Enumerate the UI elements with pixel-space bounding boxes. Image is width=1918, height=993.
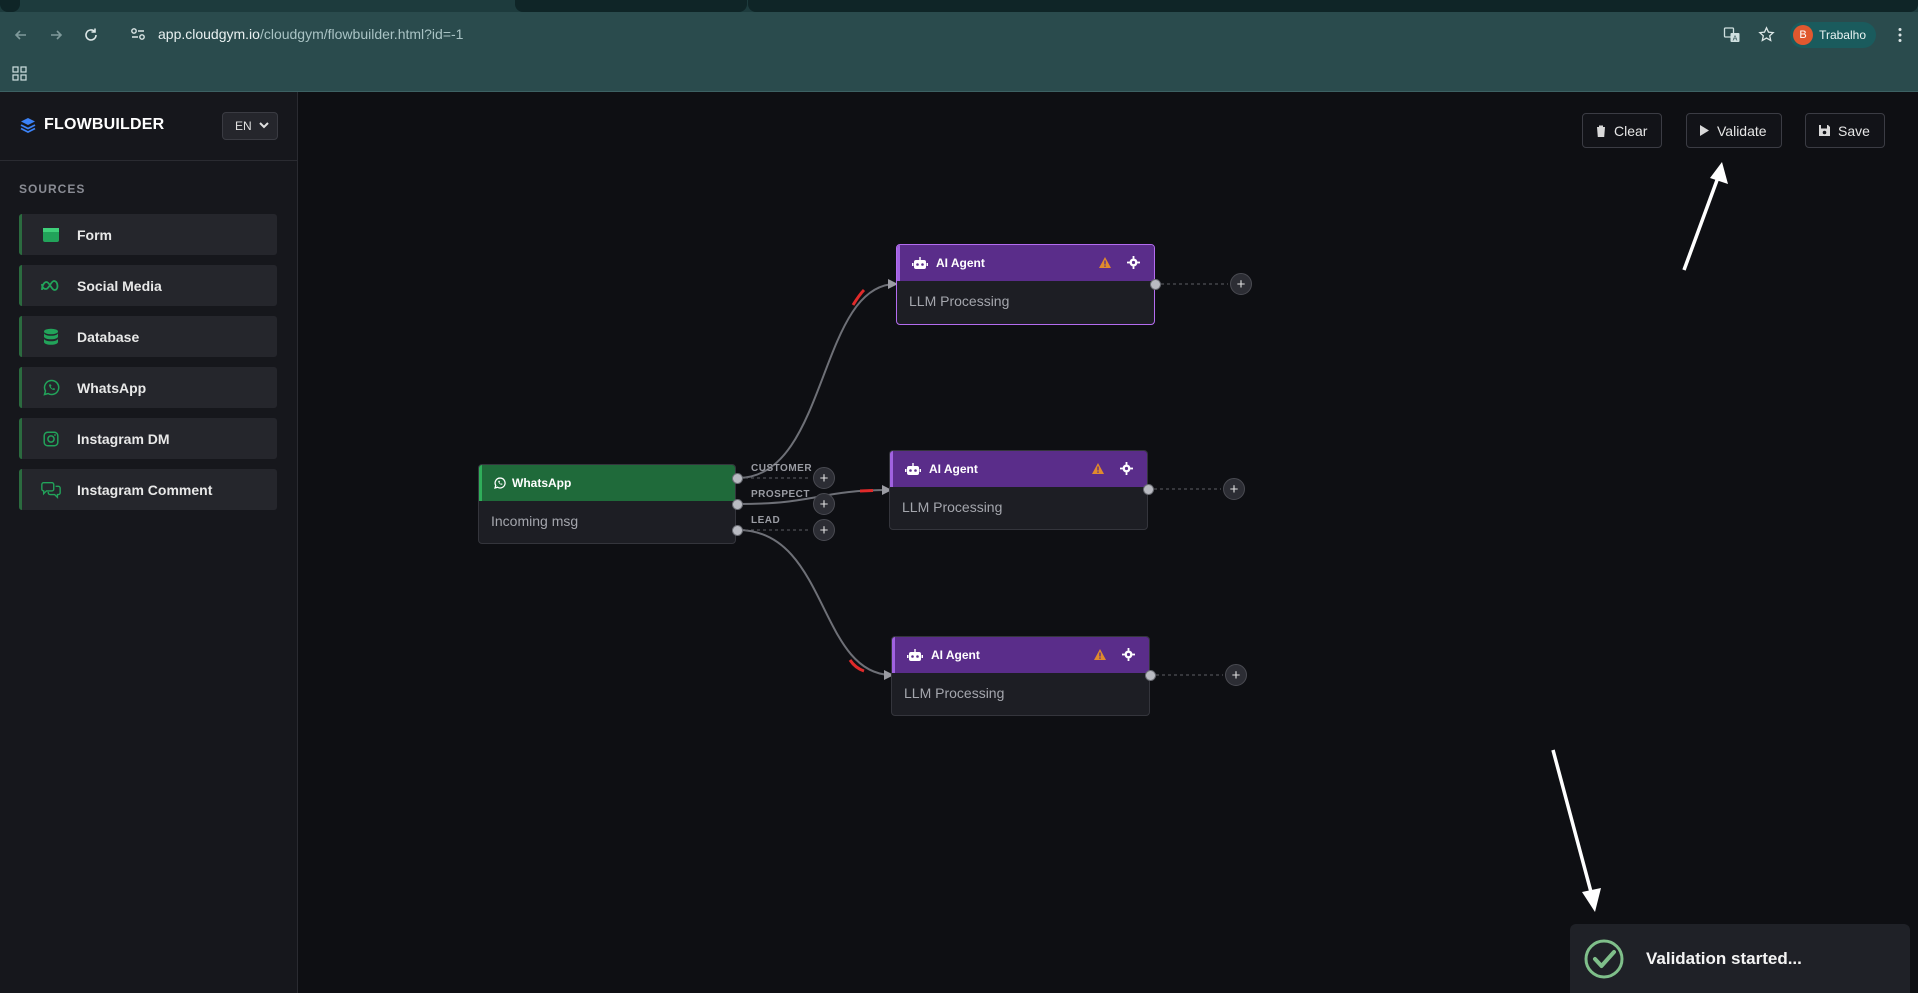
node-ai-agent[interactable]: AI Agent LLM Processing <box>889 450 1148 530</box>
edge-lead[interactable] <box>737 529 894 680</box>
check-circle-icon <box>1584 939 1624 978</box>
output-port-lead[interactable] <box>732 525 743 536</box>
source-item-label: Database <box>77 328 140 345</box>
edge-customer[interactable] <box>737 279 898 479</box>
instagram-icon <box>40 428 62 450</box>
source-item-label: Instagram DM <box>77 430 170 447</box>
node-ai-agent[interactable]: AI Agent LLM Processing <box>891 636 1150 716</box>
browser-tab[interactable] <box>748 0 1918 12</box>
node-header[interactable]: AI Agent <box>892 637 1149 673</box>
source-item-social-media[interactable]: Social Media <box>19 265 277 306</box>
node-header[interactable]: WhatsApp <box>479 465 735 501</box>
bookmark-star-icon[interactable] <box>1752 21 1780 49</box>
warning-icon <box>1092 463 1104 474</box>
output-port-customer[interactable] <box>732 473 743 484</box>
warning-icon <box>1094 649 1106 660</box>
output-port[interactable] <box>1145 670 1156 681</box>
toast-notification: Validation started... <box>1570 924 1910 993</box>
bookmarks-bar <box>0 57 1918 92</box>
source-item-instagram-dm[interactable]: Instagram DM <box>19 418 277 459</box>
apps-grid-icon[interactable] <box>12 66 27 81</box>
robot-icon <box>905 462 921 475</box>
node-header[interactable]: AI Agent <box>897 245 1154 281</box>
output-port[interactable] <box>1150 279 1161 290</box>
output-port-prospect[interactable] <box>732 499 743 510</box>
avatar: B <box>1793 24 1814 45</box>
node-subtitle: Incoming msg <box>491 513 579 529</box>
warning-icon <box>1099 257 1111 268</box>
site-settings-icon[interactable] <box>128 24 148 44</box>
node-title: AI Agent <box>929 462 978 476</box>
node-subtitle: LLM Processing <box>904 685 1005 701</box>
gear-icon[interactable] <box>1122 648 1135 661</box>
node-ai-agent[interactable]: AI Agent LLM Processing <box>896 244 1155 325</box>
node-title: WhatsApp <box>512 476 572 490</box>
back-icon[interactable] <box>7 21 35 49</box>
brand-name: FLOWBUILDER <box>44 116 165 133</box>
edge-label-customer: CUSTOMER <box>751 463 813 474</box>
source-item-instagram-comment[interactable]: Instagram Comment <box>19 469 277 510</box>
flow-canvas[interactable]: Clear Validate Save WhatsApp Incoming ms… <box>298 92 1918 993</box>
robot-icon <box>912 256 928 269</box>
robot-icon <box>907 648 923 661</box>
node-whatsapp[interactable]: WhatsApp Incoming msg <box>478 464 736 544</box>
url-text: app.cloudgym.io/cloudgym/flowbuilder.htm… <box>158 26 464 42</box>
gear-icon[interactable] <box>1120 462 1133 475</box>
add-node-button[interactable]: + <box>813 467 835 489</box>
gear-icon[interactable] <box>1127 256 1140 269</box>
sidebar-divider <box>0 160 297 161</box>
whatsapp-icon <box>40 377 62 399</box>
edge-active-segment <box>859 489 874 493</box>
source-item-label: Form <box>77 226 112 243</box>
sidebar: FLOWBUILDER EN SOURCES Form Social Media… <box>0 92 298 993</box>
profile-name: Trabalho <box>1819 27 1866 42</box>
add-node-button[interactable]: + <box>1230 273 1252 295</box>
forward-icon[interactable] <box>42 21 70 49</box>
chevron-down-icon <box>259 122 269 129</box>
output-port[interactable] <box>1143 484 1154 495</box>
source-item-label: Instagram Comment <box>77 481 213 498</box>
browser-menu-icon[interactable] <box>1886 21 1914 49</box>
add-node-button[interactable]: + <box>813 493 835 515</box>
node-header[interactable]: AI Agent <box>890 451 1147 487</box>
browser-tab[interactable] <box>0 0 20 12</box>
source-item-form[interactable]: Form <box>19 214 277 255</box>
language-value: EN <box>235 119 252 133</box>
node-title: AI Agent <box>936 256 985 270</box>
browser-tab[interactable] <box>515 0 747 12</box>
layers-logo-icon <box>20 118 36 134</box>
node-subtitle: LLM Processing <box>909 293 1010 309</box>
browser-toolbar: app.cloudgym.io/cloudgym/flowbuilder.htm… <box>0 12 1918 57</box>
flowbuilder-app: FLOWBUILDER EN SOURCES Form Social Media… <box>0 92 1918 993</box>
add-node-button[interactable]: + <box>1225 664 1247 686</box>
translate-icon[interactable]: A <box>1718 21 1746 49</box>
node-title: AI Agent <box>931 648 980 662</box>
form-icon <box>40 224 62 246</box>
node-subtitle: LLM Processing <box>902 499 1003 515</box>
profile-button[interactable]: B Trabalho <box>1790 21 1876 48</box>
meta-icon <box>40 275 62 297</box>
toast-message: Validation started... <box>1646 948 1802 968</box>
source-item-whatsapp[interactable]: WhatsApp <box>19 367 277 408</box>
browser-tabstrip <box>0 0 1918 12</box>
comment-icon <box>40 479 62 501</box>
source-item-label: WhatsApp <box>77 379 147 396</box>
source-item-label: Social Media <box>77 277 162 294</box>
add-node-button[interactable]: + <box>813 519 835 541</box>
brand: FLOWBUILDER <box>19 116 164 134</box>
section-title: SOURCES <box>19 182 86 196</box>
address-bar[interactable]: app.cloudgym.io/cloudgym/flowbuilder.htm… <box>120 17 1680 51</box>
whatsapp-icon <box>494 477 506 489</box>
add-node-button[interactable]: + <box>1223 478 1245 500</box>
language-select[interactable]: EN <box>222 112 278 140</box>
reload-icon[interactable] <box>77 21 105 49</box>
svg-text:A: A <box>1733 34 1738 42</box>
database-icon <box>40 326 62 348</box>
source-item-database[interactable]: Database <box>19 316 277 357</box>
edge-label-lead: LEAD <box>751 515 781 526</box>
edge-label-prospect: PROSPECT <box>751 489 811 500</box>
